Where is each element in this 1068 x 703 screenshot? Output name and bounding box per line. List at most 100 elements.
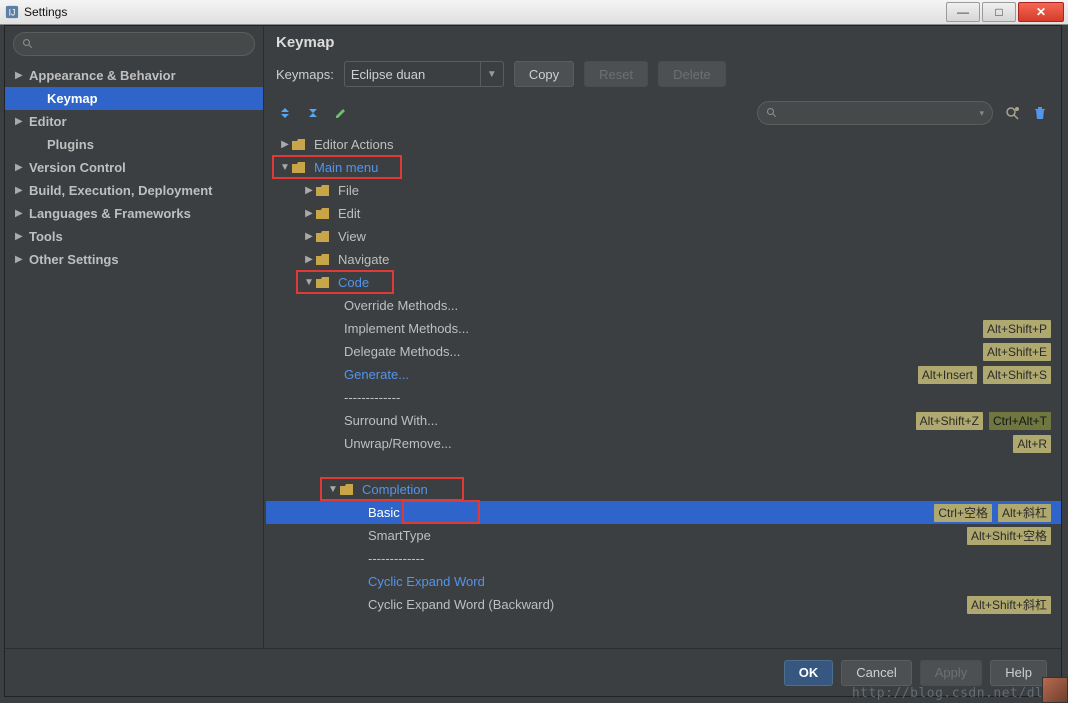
tree-label: Override Methods... [340,298,458,313]
sidebar-item-other-settings[interactable]: ▶Other Settings [5,248,263,271]
sidebar-item-label: Appearance & Behavior [29,68,176,83]
collapse-all-icon[interactable] [304,104,322,122]
tree-folder[interactable]: ▶Editor Actions [266,133,1061,156]
expand-all-icon[interactable] [276,104,294,122]
folder-icon [316,185,330,197]
find-by-shortcut-icon[interactable] [1003,104,1021,122]
shortcut-badge: Alt+Shift+E [983,343,1051,361]
action-search-input[interactable]: ▾ [757,101,993,125]
app-logo-icon: IJ [4,4,20,20]
edit-icon[interactable] [332,104,350,122]
trash-icon[interactable] [1031,104,1049,122]
tree-action[interactable]: Cyclic Expand Word (Backward)Alt+Shift+斜… [266,593,1061,616]
page-title: Keymap [264,26,1061,57]
tree-folder[interactable]: ▶Edit [266,202,1061,225]
tree-action[interactable] [266,455,1061,478]
cancel-button[interactable]: Cancel [841,660,911,686]
caret-icon: ▶ [15,254,29,265]
tree-action[interactable]: ------------- [266,547,1061,570]
tree-label: Basic [364,505,400,520]
dialog-footer: OK Cancel Apply Help [5,648,1061,696]
tree-label: Unwrap/Remove... [340,436,452,451]
caret-icon: ▶ [15,70,29,81]
sidebar-item-tools[interactable]: ▶Tools [5,225,263,248]
window-title: Settings [24,5,67,19]
tree-label: Completion [358,482,428,497]
expand-icon: ▶ [302,254,316,265]
tree-label: ------------- [340,390,400,405]
tree-action[interactable]: SmartTypeAlt+Shift+空格 [266,524,1061,547]
tree-label: View [334,229,366,244]
search-icon [766,107,778,119]
caret-icon: ▶ [15,162,29,173]
caret-icon: ▶ [15,185,29,196]
tree-label: Surround With... [340,413,438,428]
tree-action[interactable]: Override Methods... [266,294,1061,317]
search-icon [22,38,34,50]
tree-action[interactable]: Implement Methods...Alt+Shift+P [266,317,1061,340]
sidebar-item-label: Plugins [47,137,94,152]
tree-folder[interactable]: ▼ Main menu [266,156,1061,179]
keymap-tree[interactable]: ▶Editor Actions▼Main menu▶File▶Edit▶View… [264,131,1061,648]
tree-folder[interactable]: ▶Navigate [266,248,1061,271]
caret-icon: ▶ [15,208,29,219]
tree-action[interactable]: BasicCtrl+空格Alt+斜杠 [266,501,1061,524]
tree-folder[interactable]: ▶File [266,179,1061,202]
tree-label: Generate... [340,367,409,382]
shortcut-badge: Alt+Shift+P [983,320,1051,338]
tree-action[interactable]: Cyclic Expand Word [266,570,1061,593]
window-maximize-button[interactable]: □ [982,2,1016,22]
sidebar-item-version-control[interactable]: ▶Version Control [5,156,263,179]
tree-label: Main menu [310,160,378,175]
sidebar-item-label: Build, Execution, Deployment [29,183,212,198]
keymaps-dropdown[interactable]: Eclipse duan ▼ [344,61,504,87]
sidebar-item-label: Languages & Frameworks [29,206,191,221]
tree-action[interactable]: ------------- [266,386,1061,409]
expand-icon: ▶ [278,139,292,150]
copy-button[interactable]: Copy [514,61,574,87]
expand-icon: ▶ [302,185,316,196]
tree-folder[interactable]: ▶View [266,225,1061,248]
tree-label: Code [334,275,369,290]
sidebar-item-languages-frameworks[interactable]: ▶Languages & Frameworks [5,202,263,225]
reset-button[interactable]: Reset [584,61,648,87]
svg-text:IJ: IJ [9,8,16,18]
titlebar: IJ Settings — □ ✕ [0,0,1068,25]
sidebar-item-label: Tools [29,229,63,244]
sidebar-item-label: Editor [29,114,67,129]
shortcut-badge: Alt+Shift+斜杠 [967,596,1051,614]
sidebar-search-input[interactable] [13,32,255,56]
chevron-down-icon: ▼ [480,62,497,86]
window-minimize-button[interactable]: — [946,2,980,22]
tree-folder[interactable]: ▼Completion [266,478,1061,501]
sidebar-item-label: Keymap [47,91,98,106]
main-panel: Keymap Keymaps: Eclipse duan ▼ Copy Rese… [264,26,1061,648]
folder-icon [316,254,330,266]
tree-action[interactable]: Surround With...Alt+Shift+ZCtrl+Alt+T [266,409,1061,432]
ok-button[interactable]: OK [784,660,834,686]
folder-icon [292,162,306,174]
tree-label: Cyclic Expand Word [364,574,485,589]
tree-action[interactable]: Delegate Methods... Alt+Shift+E [266,340,1061,363]
tree-action[interactable]: Generate...Alt+InsertAlt+Shift+S [266,363,1061,386]
sidebar-item-editor[interactable]: ▶Editor [5,110,263,133]
tree-label: Edit [334,206,360,221]
apply-button[interactable]: Apply [920,660,983,686]
window-close-button[interactable]: ✕ [1018,2,1064,22]
sidebar-item-appearance-behavior[interactable]: ▶Appearance & Behavior [5,64,263,87]
delete-button[interactable]: Delete [658,61,726,87]
shortcut-badge: Ctrl+空格 [934,504,992,522]
sidebar-item-keymap[interactable]: Keymap [5,87,263,110]
tree-action[interactable]: Unwrap/Remove...Alt+R [266,432,1061,455]
sidebar-item-plugins[interactable]: Plugins [5,133,263,156]
tree-label: ------------- [364,551,424,566]
expand-icon: ▼ [302,277,316,288]
shortcut-badge: Alt+Shift+Z [916,412,983,430]
tree-folder[interactable]: ▼ Code [266,271,1061,294]
tree-label: Delegate Methods... [340,344,460,359]
sidebar-item-build-execution-deployment[interactable]: ▶Build, Execution, Deployment [5,179,263,202]
help-button[interactable]: Help [990,660,1047,686]
expand-icon: ▼ [278,162,292,173]
keymaps-dropdown-value: Eclipse duan [351,67,425,82]
sidebar-item-label: Other Settings [29,252,119,267]
